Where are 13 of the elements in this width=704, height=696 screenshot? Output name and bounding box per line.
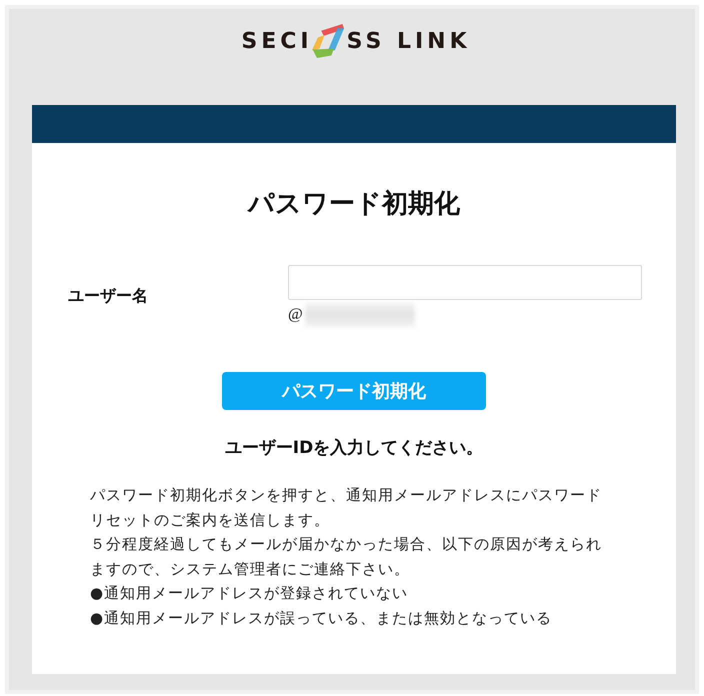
help-text: ５分程度経過してもメールが届かなかった場合、以下の原因が考えられますので、システム管理者にご連絡下さい。 <box>90 534 603 580</box>
help-text: ●通知用メールアドレスが登録されていない <box>90 583 410 604</box>
logo-text: SS LINK <box>346 28 471 54</box>
logo-mark-icon <box>310 23 345 59</box>
logo-text: SECI <box>241 28 313 54</box>
page-title: パスワード初期化 <box>246 188 461 221</box>
username-field[interactable] <box>288 265 642 300</box>
help-text: パスワード初期化ボタンを押すと、通知用メールアドレスにパスワードリセットのご案内を送信します。 <box>90 485 603 530</box>
reset-password-button[interactable]: パスワード初期化 <box>222 372 486 410</box>
username-label: ユーザー名 <box>68 286 149 307</box>
instruction-text: ユーザーIDを入力してください。 <box>224 438 484 458</box>
domain-prefix: @ <box>288 306 303 324</box>
help-text: ●通知用メールアドレスが誤っている、または無効となっている <box>90 608 554 628</box>
